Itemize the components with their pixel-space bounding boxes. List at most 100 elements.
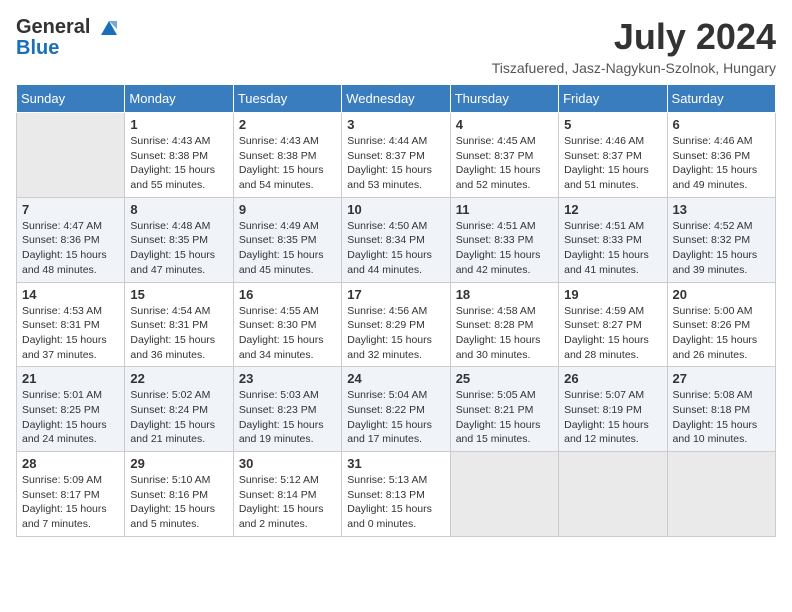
day-details: Sunrise: 5:04 AMSunset: 8:22 PMDaylight:… — [347, 388, 444, 447]
day-details: Sunrise: 4:47 AMSunset: 8:36 PMDaylight:… — [22, 219, 119, 278]
day-details: Sunrise: 4:49 AMSunset: 8:35 PMDaylight:… — [239, 219, 336, 278]
day-number: 7 — [22, 202, 119, 217]
col-header-wednesday: Wednesday — [342, 85, 450, 113]
calendar-day-cell: 24 Sunrise: 5:04 AMSunset: 8:22 PMDayligh… — [342, 367, 450, 452]
day-number: 15 — [130, 287, 227, 302]
calendar-day-cell: 10 Sunrise: 4:50 AMSunset: 8:34 PMDayligh… — [342, 197, 450, 282]
day-details: Sunrise: 5:13 AMSunset: 8:13 PMDaylight:… — [347, 473, 444, 532]
col-header-friday: Friday — [559, 85, 667, 113]
day-number: 12 — [564, 202, 661, 217]
location: Tiszafuered, Jasz-Nagykun-Szolnok, Hunga… — [492, 60, 776, 76]
logo-blue: Blue — [16, 37, 120, 59]
day-number: 24 — [347, 371, 444, 386]
calendar-day-cell: 11 Sunrise: 4:51 AMSunset: 8:33 PMDayligh… — [450, 197, 558, 282]
day-details: Sunrise: 5:03 AMSunset: 8:23 PMDaylight:… — [239, 388, 336, 447]
logo-general: General — [16, 16, 90, 38]
day-details: Sunrise: 5:01 AMSunset: 8:25 PMDaylight:… — [22, 388, 119, 447]
day-number: 8 — [130, 202, 227, 217]
calendar-table: SundayMondayTuesdayWednesdayThursdayFrid… — [16, 84, 776, 537]
calendar-day-cell: 21 Sunrise: 5:01 AMSunset: 8:25 PMDayligh… — [17, 367, 125, 452]
calendar-day-cell: 22 Sunrise: 5:02 AMSunset: 8:24 PMDayligh… — [125, 367, 233, 452]
calendar-day-cell: 8 Sunrise: 4:48 AMSunset: 8:35 PMDaylight… — [125, 197, 233, 282]
empty-cell — [17, 113, 125, 198]
empty-cell — [559, 452, 667, 537]
calendar-day-cell: 29Sunrise: 5:10 AMSunset: 8:16 PMDayligh… — [125, 452, 233, 537]
calendar-day-cell: 25Sunrise: 5:05 AMSunset: 8:21 PMDayligh… — [450, 367, 558, 452]
calendar-day-cell: 6Sunrise: 4:46 AMSunset: 8:36 PMDaylight… — [667, 113, 775, 198]
calendar-day-cell: 27 Sunrise: 5:08 AMSunset: 8:18 PMDayligh… — [667, 367, 775, 452]
day-details: Sunrise: 4:50 AMSunset: 8:34 PMDaylight:… — [347, 219, 444, 278]
calendar-week-row: 21 Sunrise: 5:01 AMSunset: 8:25 PMDayligh… — [17, 367, 776, 452]
day-details: Sunrise: 4:48 AMSunset: 8:35 PMDaylight:… — [130, 219, 227, 278]
calendar-day-cell: 4 Sunrise: 4:45 AMSunset: 8:37 PMDaylight… — [450, 113, 558, 198]
col-header-thursday: Thursday — [450, 85, 558, 113]
day-number: 13 — [673, 202, 770, 217]
day-details: Sunrise: 4:56 AMSunset: 8:29 PMDaylight:… — [347, 304, 444, 363]
day-number: 9 — [239, 202, 336, 217]
day-details: Sunrise: 4:51 AMSunset: 8:33 PMDaylight:… — [564, 219, 661, 278]
day-details: Sunrise: 5:12 AMSunset: 8:14 PMDaylight:… — [239, 473, 336, 532]
day-number: 26 — [564, 371, 661, 386]
day-details: Sunrise: 4:54 AMSunset: 8:31 PMDaylight:… — [130, 304, 227, 363]
calendar-week-row: 1Sunrise: 4:43 AMSunset: 8:38 PMDaylight… — [17, 113, 776, 198]
calendar-day-cell: 2Sunrise: 4:43 AMSunset: 8:38 PMDaylight… — [233, 113, 341, 198]
calendar-day-cell: 12 Sunrise: 4:51 AMSunset: 8:33 PMDayligh… — [559, 197, 667, 282]
calendar-day-cell: 1Sunrise: 4:43 AMSunset: 8:38 PMDaylight… — [125, 113, 233, 198]
day-details: Sunrise: 4:44 AMSunset: 8:37 PMDaylight:… — [347, 134, 444, 193]
day-number: 3 — [347, 117, 444, 132]
day-number: 5 — [564, 117, 661, 132]
calendar-day-cell: 13 Sunrise: 4:52 AMSunset: 8:32 PMDayligh… — [667, 197, 775, 282]
day-details: Sunrise: 4:46 AMSunset: 8:37 PMDaylight:… — [564, 134, 661, 193]
calendar-day-cell: 28 Sunrise: 5:09 AMSunset: 8:17 PMDayligh… — [17, 452, 125, 537]
day-number: 11 — [456, 202, 553, 217]
day-number: 22 — [130, 371, 227, 386]
calendar-day-cell: 9 Sunrise: 4:49 AMSunset: 8:35 PMDaylight… — [233, 197, 341, 282]
title-block: July 2024 Tiszafuered, Jasz-Nagykun-Szol… — [492, 16, 776, 76]
day-details: Sunrise: 4:59 AMSunset: 8:27 PMDaylight:… — [564, 304, 661, 363]
page-header: General Blue July 2024 Tiszafuered, Jasz… — [16, 16, 776, 76]
calendar-day-cell: 17 Sunrise: 4:56 AMSunset: 8:29 PMDayligh… — [342, 282, 450, 367]
logo-icon — [98, 17, 120, 39]
day-details: Sunrise: 5:08 AMSunset: 8:18 PMDaylight:… — [673, 388, 770, 447]
day-details: Sunrise: 5:05 AMSunset: 8:21 PMDaylight:… — [456, 388, 553, 447]
day-number: 28 — [22, 456, 119, 471]
calendar-day-cell: 19Sunrise: 4:59 AMSunset: 8:27 PMDayligh… — [559, 282, 667, 367]
calendar-day-cell: 26Sunrise: 5:07 AMSunset: 8:19 PMDayligh… — [559, 367, 667, 452]
day-details: Sunrise: 4:53 AMSunset: 8:31 PMDaylight:… — [22, 304, 119, 363]
calendar-header-row: SundayMondayTuesdayWednesdayThursdayFrid… — [17, 85, 776, 113]
day-number: 18 — [456, 287, 553, 302]
day-details: Sunrise: 5:02 AMSunset: 8:24 PMDaylight:… — [130, 388, 227, 447]
day-number: 16 — [239, 287, 336, 302]
day-details: Sunrise: 5:09 AMSunset: 8:17 PMDaylight:… — [22, 473, 119, 532]
calendar-week-row: 14 Sunrise: 4:53 AMSunset: 8:31 PMDayligh… — [17, 282, 776, 367]
col-header-sunday: Sunday — [17, 85, 125, 113]
day-details: Sunrise: 4:43 AMSunset: 8:38 PMDaylight:… — [239, 134, 336, 193]
calendar-day-cell: 7 Sunrise: 4:47 AMSunset: 8:36 PMDaylight… — [17, 197, 125, 282]
col-header-monday: Monday — [125, 85, 233, 113]
calendar-week-row: 7 Sunrise: 4:47 AMSunset: 8:36 PMDaylight… — [17, 197, 776, 282]
logo: General Blue — [16, 16, 120, 59]
day-number: 6 — [673, 117, 770, 132]
calendar-day-cell: 14 Sunrise: 4:53 AMSunset: 8:31 PMDayligh… — [17, 282, 125, 367]
day-details: Sunrise: 4:43 AMSunset: 8:38 PMDaylight:… — [130, 134, 227, 193]
day-number: 27 — [673, 371, 770, 386]
calendar-day-cell: 18 Sunrise: 4:58 AMSunset: 8:28 PMDayligh… — [450, 282, 558, 367]
day-number: 23 — [239, 371, 336, 386]
day-details: Sunrise: 4:55 AMSunset: 8:30 PMDaylight:… — [239, 304, 336, 363]
day-number: 10 — [347, 202, 444, 217]
calendar-week-row: 28 Sunrise: 5:09 AMSunset: 8:17 PMDayligh… — [17, 452, 776, 537]
day-number: 21 — [22, 371, 119, 386]
day-details: Sunrise: 4:45 AMSunset: 8:37 PMDaylight:… — [456, 134, 553, 193]
day-details: Sunrise: 4:52 AMSunset: 8:32 PMDaylight:… — [673, 219, 770, 278]
calendar-day-cell: 23 Sunrise: 5:03 AMSunset: 8:23 PMDayligh… — [233, 367, 341, 452]
day-number: 14 — [22, 287, 119, 302]
month-title: July 2024 — [492, 16, 776, 58]
col-header-tuesday: Tuesday — [233, 85, 341, 113]
day-number: 4 — [456, 117, 553, 132]
day-details: Sunrise: 4:51 AMSunset: 8:33 PMDaylight:… — [456, 219, 553, 278]
day-details: Sunrise: 4:58 AMSunset: 8:28 PMDaylight:… — [456, 304, 553, 363]
day-details: Sunrise: 5:10 AMSunset: 8:16 PMDaylight:… — [130, 473, 227, 532]
day-number: 31 — [347, 456, 444, 471]
empty-cell — [450, 452, 558, 537]
day-number: 17 — [347, 287, 444, 302]
